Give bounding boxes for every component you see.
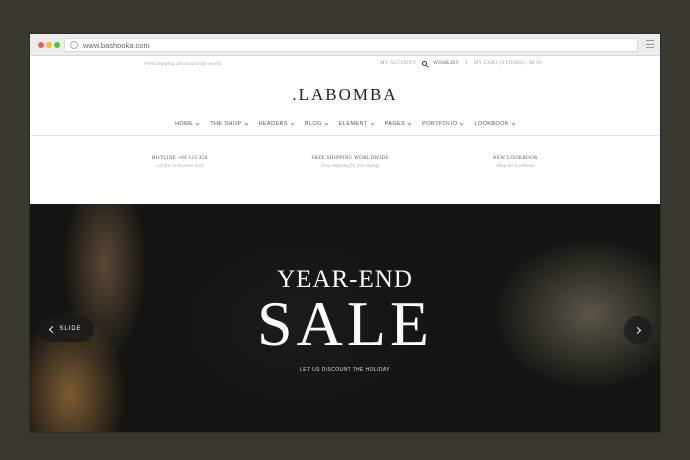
nav-blog[interactable]: BLOG [305, 119, 329, 129]
main-nav: HOME THE SHOP HEADERS BLOG ELEMENT PAGES… [30, 119, 660, 129]
chevron-right-icon [633, 326, 641, 334]
wishlist-link[interactable]: WISHLIST [433, 61, 459, 66]
top-bar: Free shipping all around the world MY AC… [30, 56, 660, 74]
nav-pages[interactable]: PAGES [385, 119, 412, 129]
nav-element[interactable]: ELEMENT [339, 119, 375, 129]
chevron-down-icon [459, 120, 465, 126]
close-window-button[interactable] [38, 42, 44, 48]
shipping-promo-text: Free shipping all around the world [144, 61, 222, 67]
prev-slide-button[interactable]: SLIDE [38, 316, 94, 342]
my-account-link[interactable]: MY ACCOUNT [380, 61, 416, 66]
account-links: MY ACCOUNT WISHLIST 1 MY CART (0 ITEMS) … [380, 61, 542, 66]
minimize-window-button[interactable] [46, 42, 52, 48]
browser-chrome: www.bashooka.com [30, 34, 660, 56]
hero-subtitle: LET US DISCOUNT THE HOLIDAY [300, 367, 390, 373]
hamburger-menu-icon[interactable] [646, 40, 654, 48]
feature-strip: HOTLINE +84 123 456 call for to be more … [30, 156, 660, 200]
chevron-down-icon [370, 120, 375, 126]
feature-lookbook[interactable]: NEW LOOKBOOK Shop the Lookbook [493, 156, 538, 200]
prev-slide-label: SLIDE [59, 326, 82, 332]
nav-home[interactable]: HOME [175, 119, 200, 129]
browser-window: www.bashooka.com Free shipping all aroun… [30, 34, 660, 432]
search-icon[interactable] [422, 61, 428, 66]
hero-slider: YEAR-END SALE LET US DISCOUNT THE HOLIDA… [30, 204, 660, 432]
chevron-down-icon [407, 120, 412, 126]
next-slide-button[interactable] [624, 316, 652, 344]
chevron-left-icon [49, 325, 57, 333]
chevron-down-icon [290, 120, 295, 126]
nav-lookbook[interactable]: LOOKBOOK [474, 119, 516, 129]
chevron-down-icon [324, 120, 329, 126]
hero-title: SALE [257, 288, 433, 359]
feature-hotline[interactable]: HOTLINE +84 123 456 call for to be more … [152, 156, 208, 200]
url-text: www.bashooka.com [83, 41, 150, 50]
address-bar[interactable]: www.bashooka.com [64, 38, 638, 52]
nav-the-shop[interactable]: THE SHOP [210, 119, 249, 129]
maximize-window-button[interactable] [54, 42, 60, 48]
wishlist-count: 1 [464, 61, 468, 66]
globe-icon [70, 41, 78, 49]
cart-link[interactable]: MY CART (0 ITEMS) - $0.00 [474, 61, 542, 66]
chevron-down-icon [195, 120, 200, 126]
chevron-down-icon [511, 120, 516, 126]
feature-free-shipping[interactable]: FREE SHIPPING WORLDWIDE Free shipping fo… [311, 156, 389, 200]
nav-divider [30, 135, 660, 136]
nav-headers[interactable]: HEADERS [259, 119, 295, 129]
chevron-down-icon [243, 120, 249, 126]
site-logo[interactable]: .LABOMBA [30, 85, 660, 107]
nav-portfolio[interactable]: PORTFOLIO [422, 119, 465, 129]
